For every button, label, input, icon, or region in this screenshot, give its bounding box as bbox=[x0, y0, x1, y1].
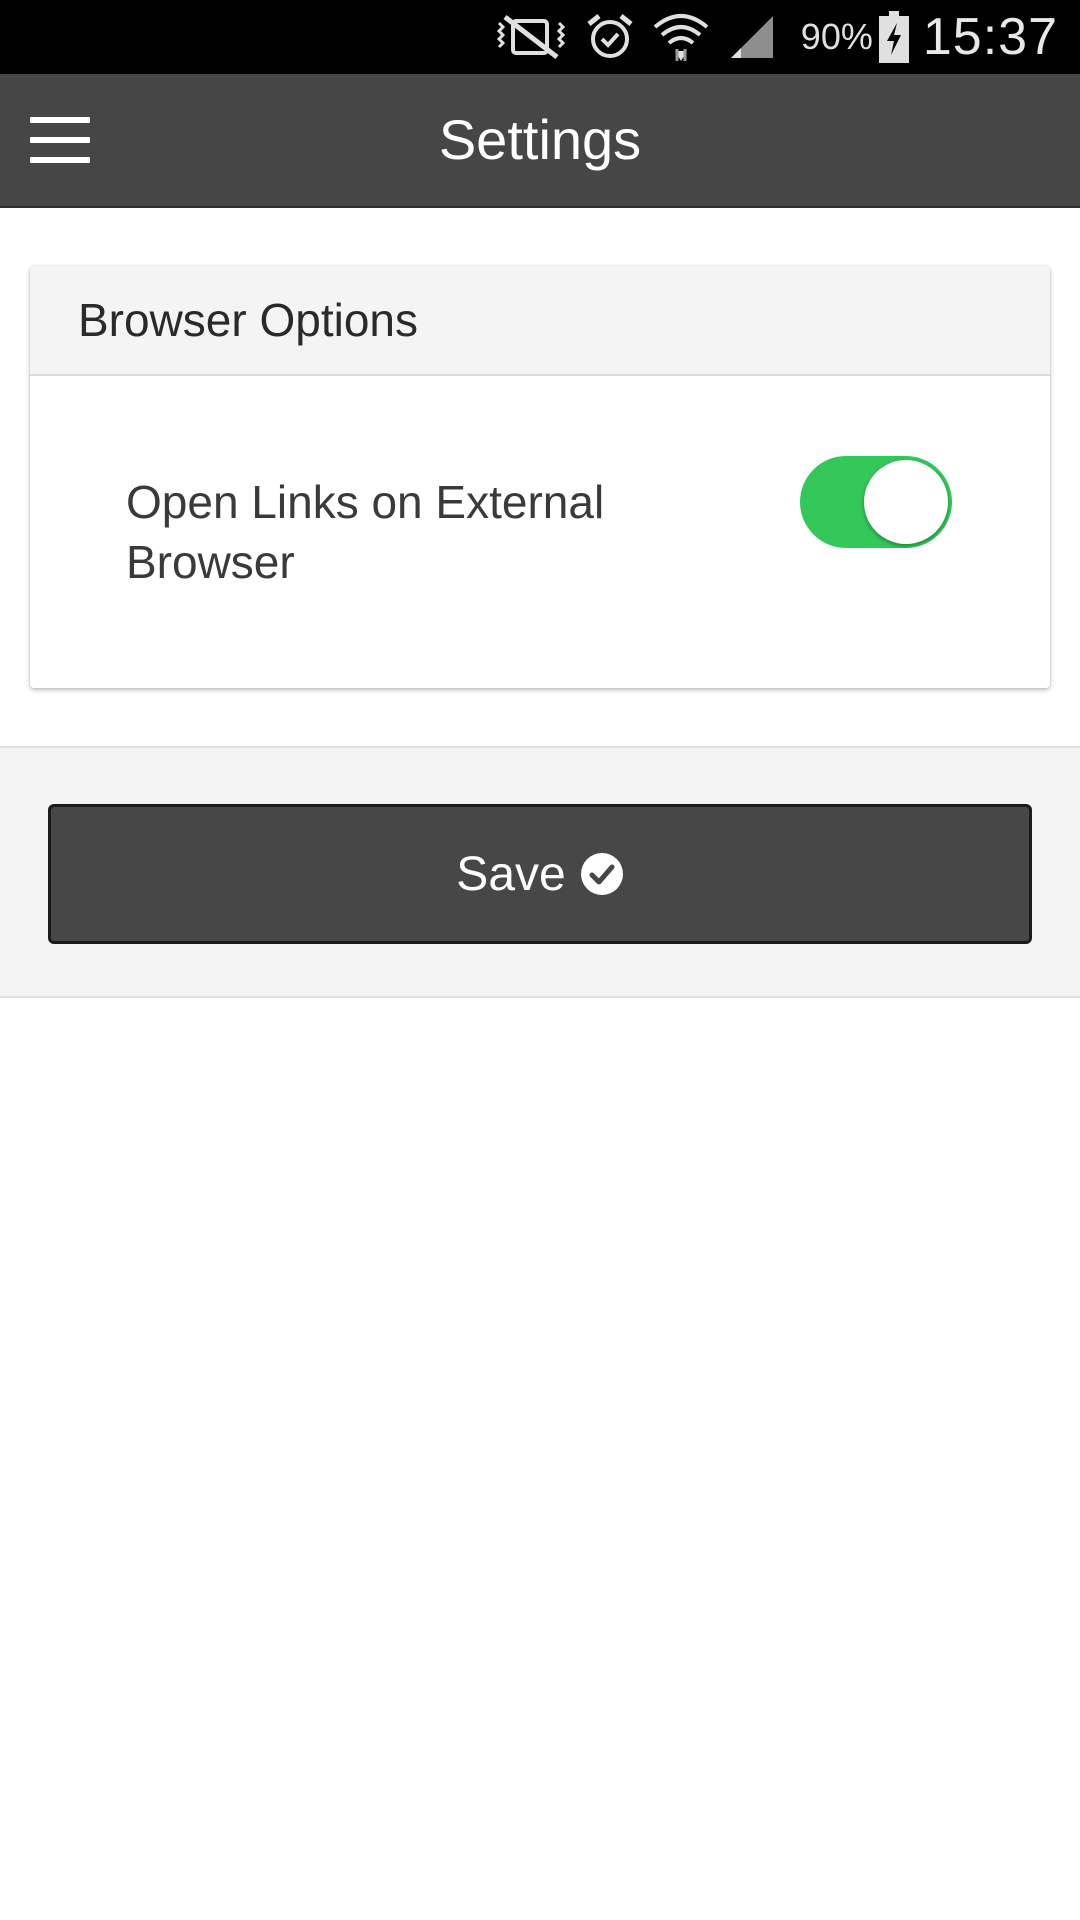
browser-options-title: Browser Options bbox=[78, 294, 419, 346]
save-button[interactable]: Save bbox=[48, 804, 1032, 944]
mute-vibrate-icon bbox=[495, 13, 567, 61]
save-section: Save bbox=[0, 746, 1080, 998]
open-links-label: Open Links on External Browser bbox=[126, 476, 605, 588]
battery-charging-icon bbox=[878, 11, 909, 63]
signal-icon bbox=[727, 12, 777, 62]
status-icons: 90% 15:37 bbox=[477, 0, 1080, 74]
page-title: Settings bbox=[438, 108, 642, 171]
toggle-knob bbox=[864, 460, 948, 544]
app-bar: Settings bbox=[0, 74, 1080, 208]
menu-line bbox=[30, 117, 90, 123]
wifi-icon bbox=[653, 11, 709, 63]
menu-line bbox=[30, 157, 90, 163]
card-header: Browser Options bbox=[30, 266, 1050, 376]
status-bar: 90% 15:37 bbox=[0, 0, 1080, 74]
open-links-toggle[interactable] bbox=[800, 456, 952, 548]
open-links-option: Open Links on External Browser bbox=[30, 376, 1050, 686]
save-label: Save bbox=[456, 847, 566, 901]
clock: 15:37 bbox=[922, 8, 1058, 66]
check-circle-icon bbox=[580, 852, 624, 896]
alarm-icon bbox=[585, 12, 635, 62]
browser-options-card: Browser Options Open Links on External B… bbox=[30, 266, 1050, 688]
hamburger-menu-icon[interactable] bbox=[20, 100, 100, 180]
menu-line bbox=[30, 137, 90, 143]
battery-percent: 90% bbox=[800, 16, 873, 57]
